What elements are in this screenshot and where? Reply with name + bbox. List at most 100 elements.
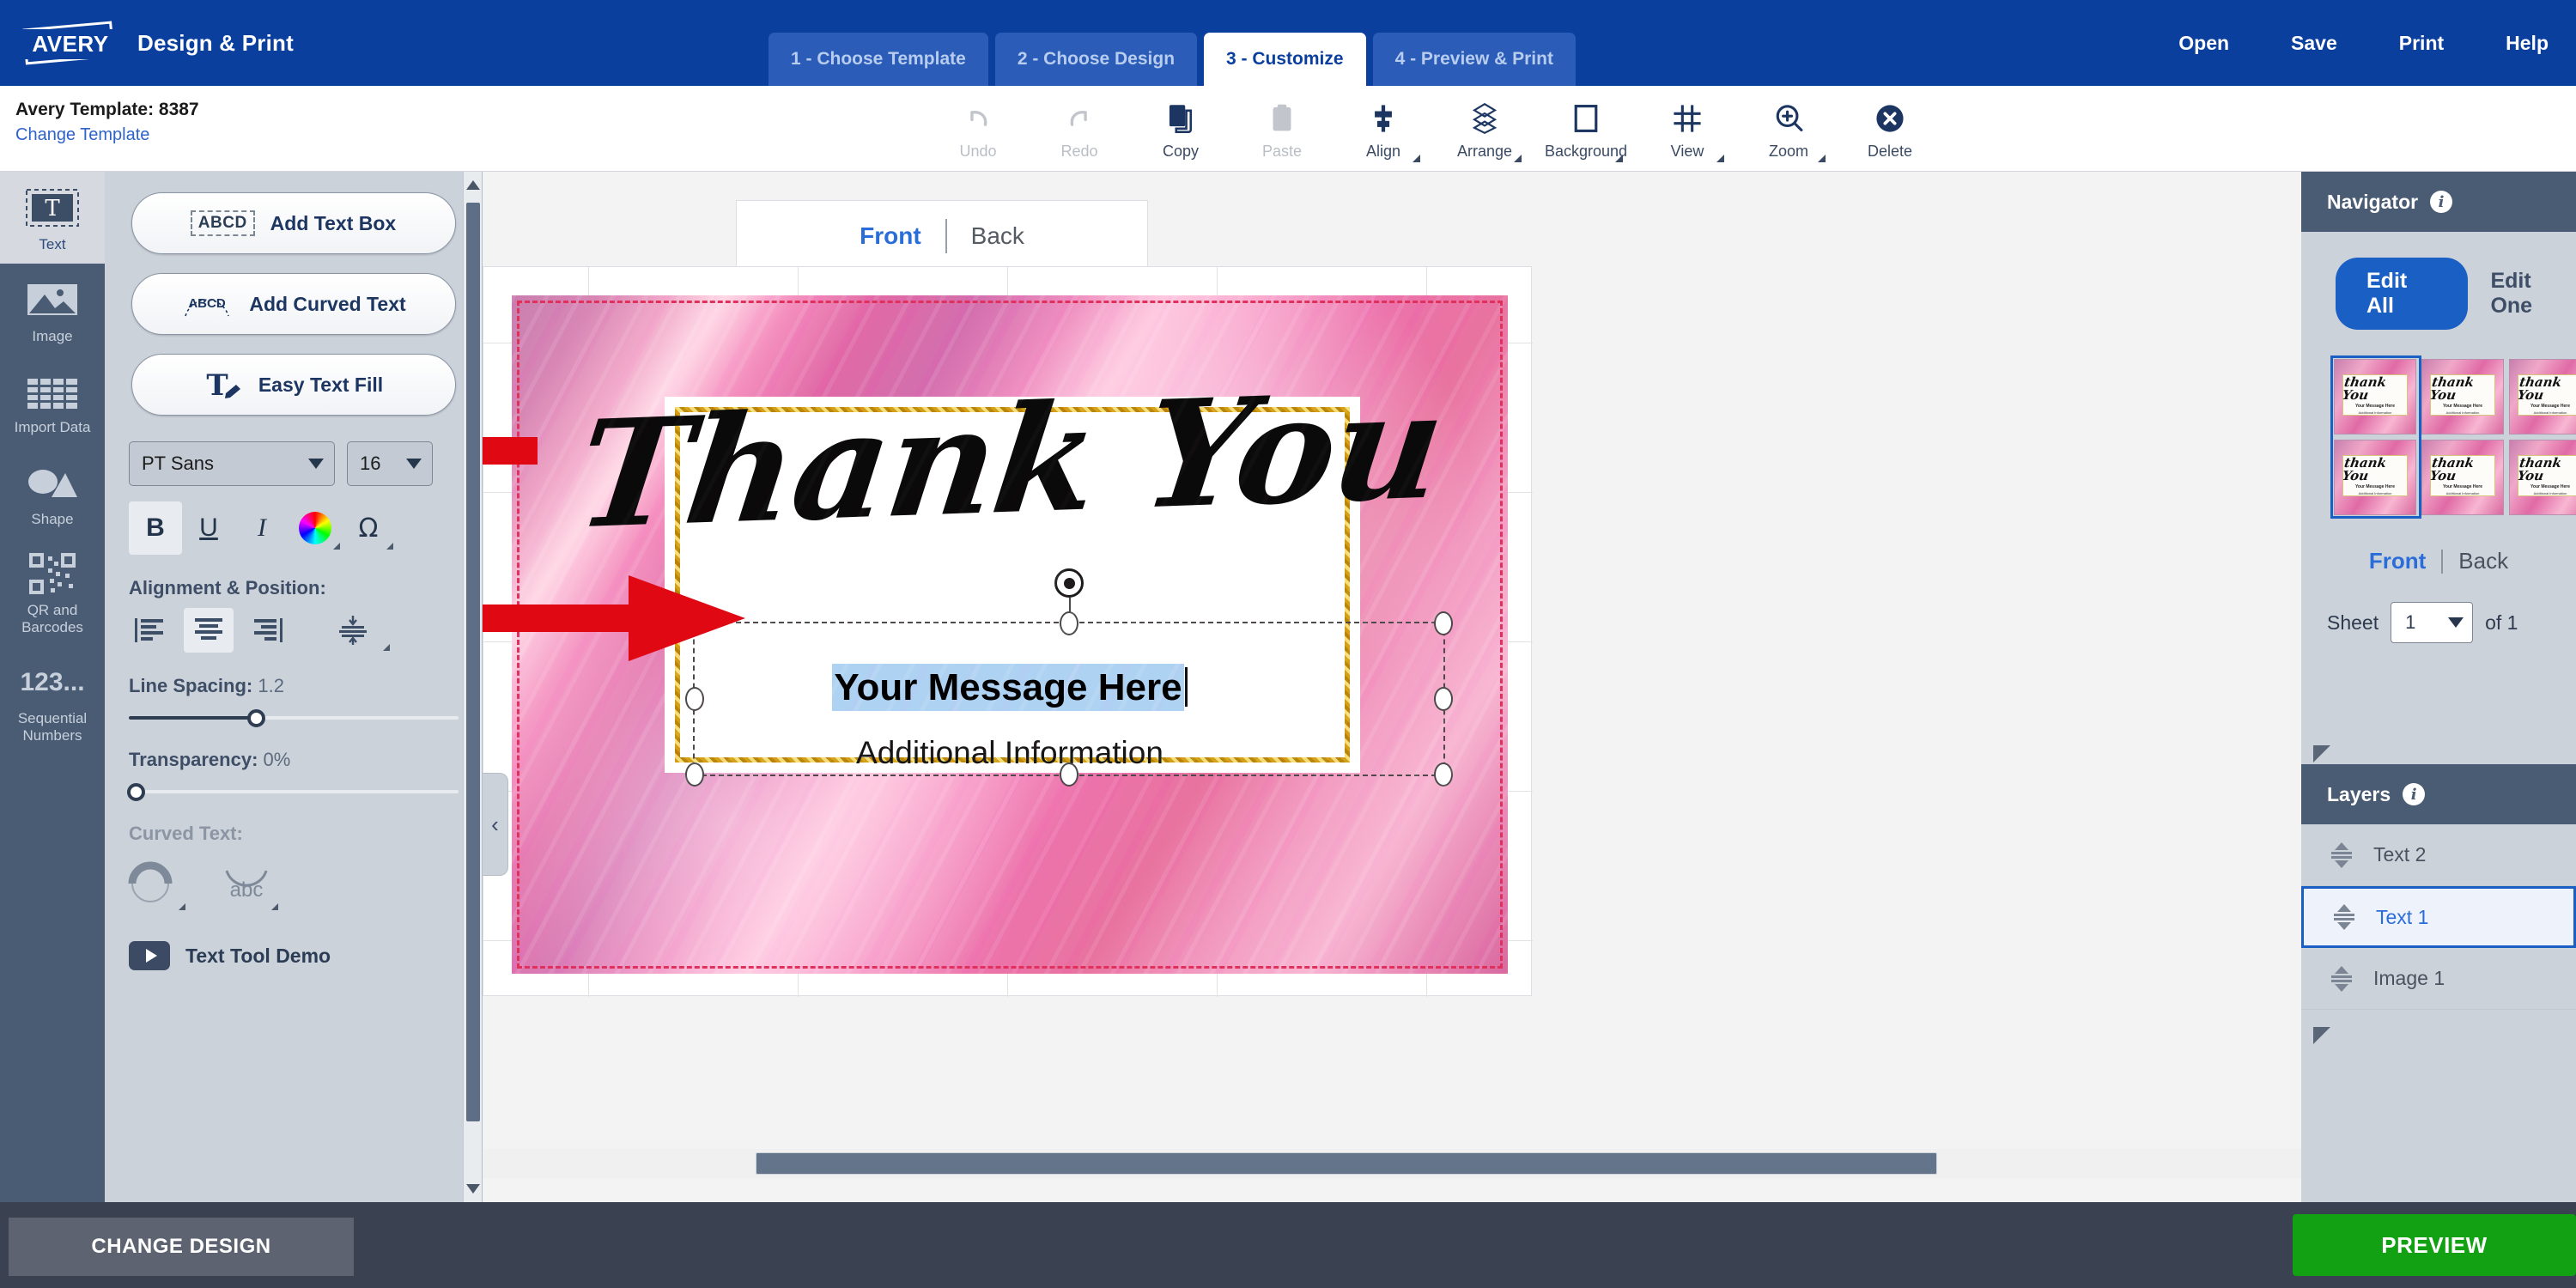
bottom-action-bar: CHANGE DESIGN PREVIEW [0, 1202, 2576, 1288]
copy-button[interactable]: Copy [1130, 93, 1231, 161]
label-sheet[interactable]: Thank You Your Message Here Additional I… [483, 266, 1533, 997]
menu-help[interactable]: Help [2506, 32, 2549, 55]
step-tab-3[interactable]: 3 - Customize [1204, 33, 1366, 86]
rail-item-import-data[interactable]: Import Data [0, 355, 105, 447]
panel-scrollbar[interactable] [463, 172, 482, 1202]
font-size-select[interactable]: 16 [347, 441, 433, 486]
menu-print[interactable]: Print [2399, 32, 2444, 55]
card-headline-text[interactable]: Thank You [512, 358, 1508, 562]
line-spacing-slider[interactable] [129, 709, 459, 727]
align-button[interactable]: Align [1333, 93, 1434, 162]
scroll-up-arrow-icon[interactable] [466, 180, 480, 190]
navigator-thumbnail[interactable]: thank You Your Message Here Additional I… [2509, 359, 2576, 434]
edit-all-button[interactable]: Edit All [2336, 258, 2469, 330]
step-tab-1[interactable]: 1 - Choose Template [769, 33, 988, 86]
avery-design-print-app: AVERY Design & Print 1 - Choose Template… [0, 0, 2576, 1288]
layer-row-text-2[interactable]: Text 2 [2301, 824, 2576, 886]
chevron-down-icon [179, 903, 185, 910]
add-text-box-button[interactable]: ABCD Add Text Box [131, 192, 456, 254]
resize-handle-bottom-left[interactable] [685, 762, 704, 787]
slider-knob[interactable] [127, 783, 145, 801]
navigator-tab-front[interactable]: Front [2354, 548, 2441, 574]
card-message-text[interactable]: Your Message Here [832, 664, 1184, 711]
add-curved-text-button[interactable]: ABCD Add Curved Text [131, 273, 456, 335]
avery-logo[interactable]: AVERY Design & Print [22, 21, 294, 65]
card-additional-text[interactable]: Additional Information [512, 735, 1508, 771]
canvas-tab-back[interactable]: Back [947, 222, 1048, 250]
chevron-down-icon [271, 903, 278, 910]
rail-item-sequential-numbers[interactable]: 123... Sequential Numbers [0, 646, 105, 754]
navigator-thumbnail[interactable]: thank You Your Message Here Additional I… [2421, 440, 2504, 515]
change-template-link[interactable]: Change Template [15, 125, 149, 145]
resize-handle-bottom-right[interactable] [1434, 762, 1453, 787]
align-right-button[interactable] [242, 608, 292, 653]
layer-row-image-1[interactable]: Image 1 [2301, 948, 2576, 1010]
font-family-select[interactable]: PT Sans [129, 441, 335, 486]
preview-button[interactable]: PREVIEW [2293, 1214, 2576, 1276]
easy-text-fill-button[interactable]: T Easy Text Fill [131, 354, 456, 416]
edit-one-button[interactable]: Edit One [2468, 269, 2576, 319]
menu-open[interactable]: Open [2178, 32, 2229, 55]
step-tab-4[interactable]: 4 - Preview & Print [1372, 33, 1576, 86]
thumbnail-additional: Additional Information [2358, 490, 2392, 495]
resize-handle-middle-right[interactable] [1434, 687, 1453, 711]
navigator-resize-grip[interactable] [2313, 745, 2330, 762]
info-icon[interactable]: i [2430, 191, 2453, 213]
resize-handle-top-center[interactable] [1060, 611, 1078, 635]
layers-title: Layers [2327, 782, 2391, 805]
rail-item-text[interactable]: T Text [0, 172, 105, 264]
paste-button[interactable]: Paste [1231, 93, 1333, 161]
resize-handle-top-right[interactable] [1434, 611, 1453, 635]
transparency-slider[interactable] [127, 783, 459, 801]
slider-knob[interactable] [247, 709, 265, 727]
special-character-button[interactable]: Ω [342, 501, 395, 555]
align-left-button[interactable] [125, 608, 175, 653]
curve-arc-button[interactable]: abc [220, 859, 278, 912]
navigator-thumbnail[interactable]: thank You Your Message Here Additional I… [2334, 359, 2416, 434]
italic-button[interactable]: I [235, 501, 289, 555]
underline-button[interactable]: U [182, 501, 235, 555]
background-button[interactable]: Background [1535, 93, 1637, 162]
curve-circle-button[interactable] [127, 859, 185, 912]
text-tool-demo-link[interactable]: Text Tool Demo [129, 941, 482, 970]
text-color-button[interactable] [289, 501, 342, 555]
undo-button[interactable]: Undo [927, 93, 1029, 161]
rail-item-shape[interactable]: Shape [0, 447, 105, 538]
layer-row-text-1[interactable]: Text 1 [2301, 886, 2576, 948]
rail-item-image[interactable]: Image [0, 264, 105, 355]
abcd-textbox-icon: ABCD [190, 210, 255, 236]
canvas-horizontal-scrollbar[interactable] [483, 1149, 2301, 1178]
view-button[interactable]: View [1637, 93, 1738, 162]
navigator-tab-back[interactable]: Back [2443, 548, 2524, 574]
label-card-front[interactable]: Thank You Your Message Here Additional I… [512, 295, 1508, 974]
svg-text:ABCD: ABCD [189, 296, 226, 311]
canvas-tab-front[interactable]: Front [835, 222, 945, 250]
arrange-button[interactable]: Arrange [1434, 93, 1535, 162]
align-center-button[interactable] [184, 608, 234, 653]
redo-button[interactable]: Redo [1029, 93, 1130, 161]
scroll-down-arrow-icon[interactable] [466, 1184, 480, 1194]
scrollbar-thumb[interactable] [466, 203, 480, 1121]
rotate-handle[interactable] [1054, 568, 1084, 598]
collapse-panel-button[interactable]: ‹ [483, 773, 508, 876]
bold-button[interactable]: B [129, 501, 182, 555]
resize-handle-bottom-center[interactable] [1060, 762, 1078, 787]
rail-item-qr-barcodes[interactable]: QR and Barcodes [0, 538, 105, 646]
delete-button[interactable]: Delete [1839, 93, 1941, 161]
sheet-select[interactable]: 1 [2391, 602, 2474, 643]
info-icon[interactable]: i [2403, 783, 2426, 805]
resize-handle-top-left[interactable] [685, 611, 704, 635]
card-message-textbox[interactable]: Your Message Here [512, 664, 1508, 711]
resize-handle-middle-left[interactable] [685, 687, 704, 711]
layers-resize-grip[interactable] [2313, 1027, 2330, 1044]
navigator-thumbnail[interactable]: thank You Your Message Here Additional I… [2334, 440, 2416, 515]
menu-save[interactable]: Save [2291, 32, 2337, 55]
change-design-button[interactable]: CHANGE DESIGN [9, 1218, 354, 1276]
navigator-thumbnail[interactable]: thank You Your Message Here Additional I… [2509, 440, 2576, 515]
vertical-position-button[interactable] [328, 608, 390, 653]
step-tab-2[interactable]: 2 - Choose Design [994, 33, 1198, 86]
zoom-button[interactable]: Zoom [1738, 93, 1839, 162]
navigator-thumbnail[interactable]: thank You Your Message Here Additional I… [2421, 359, 2504, 434]
undo-label: Undo [959, 143, 997, 160]
scrollbar-thumb[interactable] [756, 1152, 1937, 1175]
